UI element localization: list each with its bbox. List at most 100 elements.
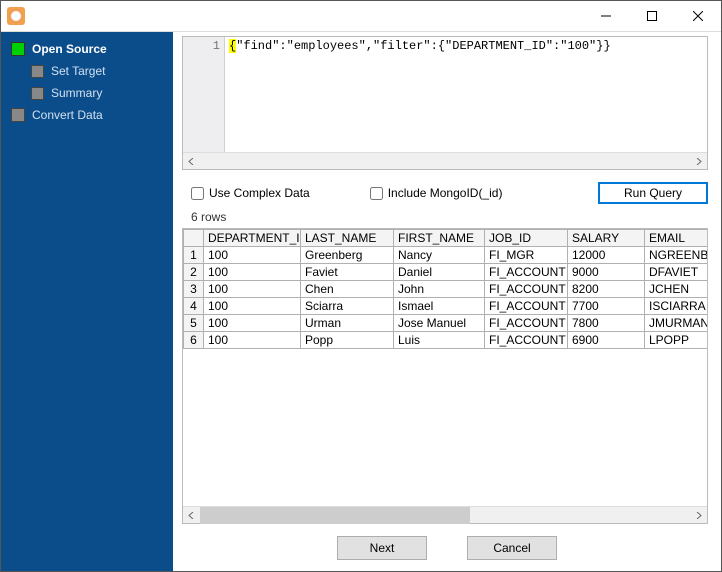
step-icon bbox=[31, 65, 44, 78]
cell[interactable]: NGREENBE bbox=[645, 247, 708, 264]
button-label: Cancel bbox=[493, 541, 530, 555]
cell[interactable]: Ismael bbox=[394, 298, 485, 315]
sidebar-step-set-target[interactable]: Set Target bbox=[1, 64, 173, 78]
row-count-label: 6 rows bbox=[173, 210, 721, 228]
row-number: 4 bbox=[184, 298, 204, 315]
cell[interactable]: 7800 bbox=[568, 315, 645, 332]
checkbox-input[interactable] bbox=[370, 187, 383, 200]
row-number: 3 bbox=[184, 281, 204, 298]
cell[interactable]: 100 bbox=[204, 298, 301, 315]
cell[interactable]: Popp bbox=[301, 332, 394, 349]
cell[interactable]: 6900 bbox=[568, 332, 645, 349]
row-number: 6 bbox=[184, 332, 204, 349]
step-icon bbox=[11, 108, 25, 122]
cell[interactable]: FI_ACCOUNT bbox=[485, 332, 568, 349]
cell[interactable]: Greenberg bbox=[301, 247, 394, 264]
row-number: 5 bbox=[184, 315, 204, 332]
sidebar-step-open-source[interactable]: Open Source bbox=[1, 42, 173, 56]
cell[interactable]: FI_ACCOUNT bbox=[485, 281, 568, 298]
cell[interactable]: JCHEN bbox=[645, 281, 708, 298]
table-row[interactable]: 1100GreenbergNancyFI_MGR12000NGREENBE1 bbox=[184, 247, 708, 264]
step-label: Convert Data bbox=[32, 108, 103, 122]
cell[interactable]: 100 bbox=[204, 264, 301, 281]
checkbox-label: Include MongoID(_id) bbox=[388, 186, 503, 200]
step-label: Open Source bbox=[32, 42, 107, 56]
step-label: Summary bbox=[51, 86, 102, 100]
cancel-button[interactable]: Cancel bbox=[467, 536, 557, 560]
cell[interactable]: 100 bbox=[204, 281, 301, 298]
step-active-icon bbox=[11, 42, 25, 56]
rownum-header bbox=[184, 230, 204, 247]
grid-hscrollbar[interactable] bbox=[183, 506, 707, 523]
cell[interactable]: 7700 bbox=[568, 298, 645, 315]
cell[interactable]: 100 bbox=[204, 247, 301, 264]
checkbox-input[interactable] bbox=[191, 187, 204, 200]
include-mongoid-checkbox[interactable]: Include MongoID(_id) bbox=[370, 186, 503, 200]
cell[interactable]: FI_ACCOUNT bbox=[485, 264, 568, 281]
cell[interactable]: Chen bbox=[301, 281, 394, 298]
results-grid[interactable]: DEPARTMENT_ID LAST_NAME FIRST_NAME JOB_I… bbox=[182, 228, 708, 524]
cell[interactable]: 100 bbox=[204, 315, 301, 332]
col-header[interactable]: DEPARTMENT_ID bbox=[204, 230, 301, 247]
table-row[interactable]: 5100UrmanJose ManuelFI_ACCOUNT7800JMURMA… bbox=[184, 315, 708, 332]
cell[interactable]: DFAVIET bbox=[645, 264, 708, 281]
table-row[interactable]: 3100ChenJohnFI_ACCOUNT8200JCHEN1 bbox=[184, 281, 708, 298]
sidebar-step-summary[interactable]: Summary bbox=[1, 86, 173, 100]
query-editor[interactable]: 1 {"find":"employees","filter":{"DEPARTM… bbox=[182, 36, 708, 170]
line-number: 1 bbox=[183, 39, 220, 53]
app-icon bbox=[7, 7, 25, 25]
cell[interactable]: ISCIARRA bbox=[645, 298, 708, 315]
cell[interactable]: FI_MGR bbox=[485, 247, 568, 264]
cell[interactable]: LPOPP bbox=[645, 332, 708, 349]
cell[interactable]: Daniel bbox=[394, 264, 485, 281]
cell[interactable]: FI_ACCOUNT bbox=[485, 298, 568, 315]
col-header[interactable]: LAST_NAME bbox=[301, 230, 394, 247]
close-button[interactable] bbox=[675, 1, 721, 32]
maximize-button[interactable] bbox=[629, 1, 675, 32]
cell[interactable]: 8200 bbox=[568, 281, 645, 298]
cell[interactable]: Sciarra bbox=[301, 298, 394, 315]
scroll-left-icon[interactable] bbox=[183, 507, 200, 524]
wizard-sidebar: Open Source Set Target Summary Convert D… bbox=[1, 32, 173, 571]
editor-hscrollbar[interactable] bbox=[183, 152, 707, 169]
scroll-right-icon[interactable] bbox=[690, 507, 707, 524]
next-button[interactable]: Next bbox=[337, 536, 427, 560]
step-label: Set Target bbox=[51, 64, 105, 78]
col-header[interactable]: SALARY bbox=[568, 230, 645, 247]
cell[interactable]: JMURMAN bbox=[645, 315, 708, 332]
scroll-track[interactable] bbox=[200, 153, 690, 170]
editor-gutter: 1 bbox=[183, 37, 225, 152]
cell[interactable]: 100 bbox=[204, 332, 301, 349]
run-query-button[interactable]: Run Query bbox=[598, 182, 708, 204]
scroll-left-icon[interactable] bbox=[183, 153, 200, 170]
button-label: Run Query bbox=[624, 186, 682, 200]
cell[interactable]: 9000 bbox=[568, 264, 645, 281]
header-row: DEPARTMENT_ID LAST_NAME FIRST_NAME JOB_I… bbox=[184, 230, 708, 247]
row-number: 1 bbox=[184, 247, 204, 264]
button-label: Next bbox=[370, 541, 395, 555]
titlebar bbox=[1, 1, 721, 32]
checkbox-label: Use Complex Data bbox=[209, 186, 310, 200]
col-header[interactable]: FIRST_NAME bbox=[394, 230, 485, 247]
cell[interactable]: 12000 bbox=[568, 247, 645, 264]
use-complex-data-checkbox[interactable]: Use Complex Data bbox=[191, 186, 310, 200]
col-header[interactable]: EMAIL bbox=[645, 230, 708, 247]
cell[interactable]: Faviet bbox=[301, 264, 394, 281]
cell[interactable]: Urman bbox=[301, 315, 394, 332]
row-number: 2 bbox=[184, 264, 204, 281]
cell[interactable]: Luis bbox=[394, 332, 485, 349]
table-row[interactable]: 4100SciarraIsmaelFI_ACCOUNT7700ISCIARRA1 bbox=[184, 298, 708, 315]
minimize-button[interactable] bbox=[583, 1, 629, 32]
table-row[interactable]: 2100FavietDanielFI_ACCOUNT9000DFAVIET1 bbox=[184, 264, 708, 281]
table-row[interactable]: 6100PoppLuisFI_ACCOUNT6900LPOPP1 bbox=[184, 332, 708, 349]
editor-code[interactable]: {"find":"employees","filter":{"DEPARTMEN… bbox=[225, 37, 707, 152]
cell[interactable]: Jose Manuel bbox=[394, 315, 485, 332]
col-header[interactable]: JOB_ID bbox=[485, 230, 568, 247]
cell[interactable]: FI_ACCOUNT bbox=[485, 315, 568, 332]
cell[interactable]: Nancy bbox=[394, 247, 485, 264]
sidebar-step-convert-data[interactable]: Convert Data bbox=[1, 108, 173, 122]
scroll-right-icon[interactable] bbox=[690, 153, 707, 170]
cell[interactable]: John bbox=[394, 281, 485, 298]
step-icon bbox=[31, 87, 44, 100]
scroll-track[interactable] bbox=[200, 507, 690, 524]
